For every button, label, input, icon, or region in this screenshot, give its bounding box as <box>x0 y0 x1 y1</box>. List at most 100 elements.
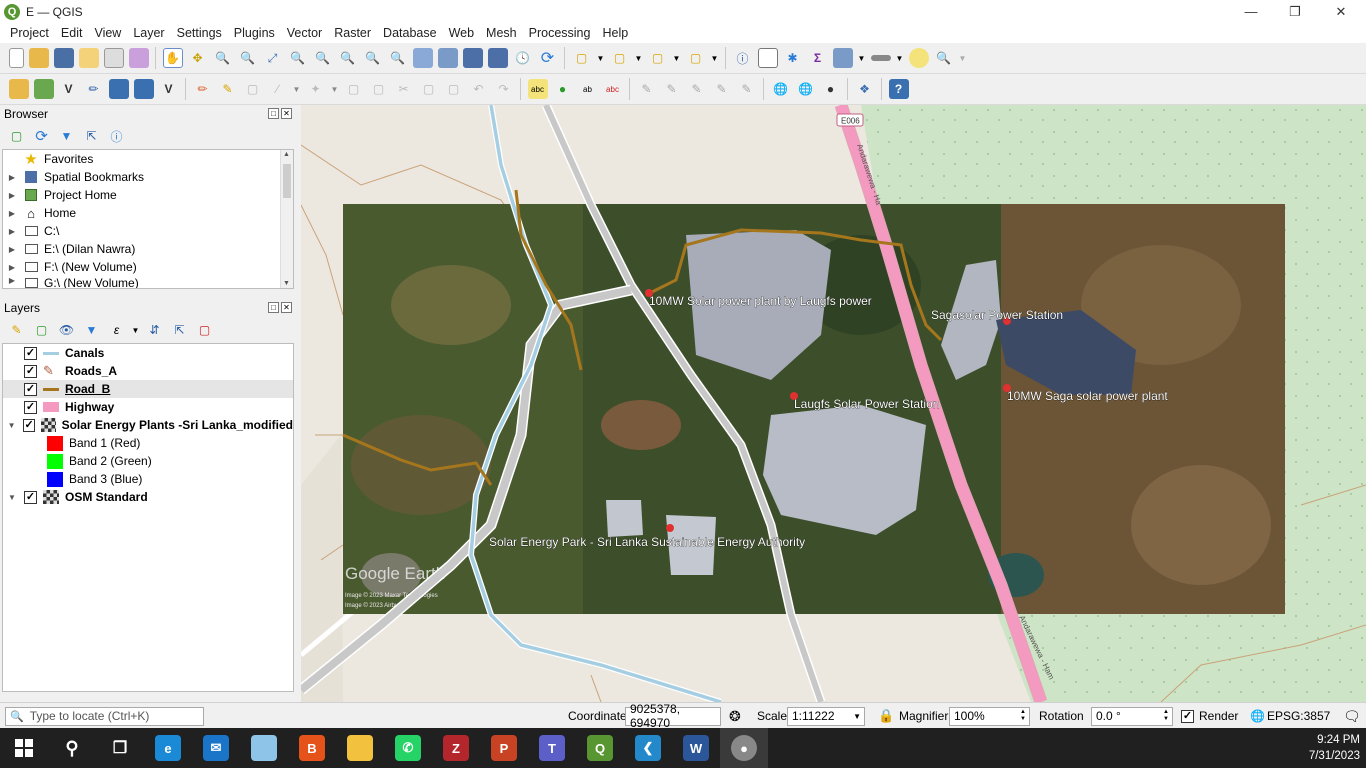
maximize-button[interactable]: ❐ <box>1272 0 1318 23</box>
vertex-tool-icon[interactable]: ✦ <box>306 79 326 99</box>
browser-item-drive-g[interactable]: ▶ G:\ (New Volume) <box>3 276 293 288</box>
highlight-labels-icon[interactable]: abc <box>603 79 623 99</box>
layer-row-osm-standard[interactable]: ▼ ✓ OSM Standard <box>3 488 293 506</box>
taskbar-task-view-button[interactable]: ❐ <box>96 728 144 768</box>
taskbar-qgis-button[interactable]: Q <box>576 728 624 768</box>
render-checkbox[interactable]: ✓ <box>1181 709 1194 723</box>
menu-project[interactable]: Project <box>4 26 55 40</box>
new-project-icon[interactable] <box>8 48 24 68</box>
new-print-layout-icon[interactable] <box>78 48 99 68</box>
chevron-right-icon[interactable]: ▶ <box>7 276 17 285</box>
layer-row-highway[interactable]: ✓ Highway <box>3 398 293 416</box>
add-vector-layer-icon[interactable] <box>33 79 54 99</box>
temporal-controller-icon[interactable]: 🕓 <box>513 48 533 68</box>
layer-row-band-2-green[interactable]: Band 2 (Green) <box>3 452 293 470</box>
zoom-next-icon[interactable]: 🔍 <box>388 48 408 68</box>
menu-help[interactable]: Help <box>596 26 634 40</box>
zoom-last-icon[interactable]: 🔍 <box>363 48 383 68</box>
move-label-icon[interactable]: ✎ <box>637 79 657 99</box>
scale-combobox[interactable]: 1:11222 ▼ <box>787 706 865 726</box>
new-map-view-icon[interactable] <box>412 48 433 68</box>
geocoding-icon[interactable]: 🌐 <box>771 79 791 99</box>
taskbar-edge-button[interactable]: e <box>144 728 192 768</box>
save-project-icon[interactable] <box>53 48 74 68</box>
taskbar-notes-button[interactable] <box>240 728 288 768</box>
crs-button[interactable]: EPSG:3857 <box>1267 709 1330 723</box>
save-edits-icon[interactable]: ▢ <box>243 79 263 99</box>
menu-layer[interactable]: Layer <box>127 26 170 40</box>
new-bookmark-icon[interactable] <box>462 48 483 68</box>
layout-manager-icon[interactable] <box>103 48 124 68</box>
osm-search-icon[interactable]: ● <box>821 79 841 99</box>
map-svg[interactable]: Google Earth Image © 2023 Maxar Technolo… <box>301 105 1366 702</box>
filter-icon[interactable]: ▼ <box>57 126 77 146</box>
paste-features-icon[interactable]: ▢ <box>444 79 464 99</box>
show-bookmarks-icon[interactable] <box>487 48 508 68</box>
undo-icon[interactable]: ↶ <box>469 79 489 99</box>
rotation-spinbox[interactable]: 0.0 ° ▲ ▼ <box>1091 706 1173 726</box>
select-by-value-icon[interactable]: ▢ <box>610 48 630 68</box>
menu-database[interactable]: Database <box>377 26 443 40</box>
taskbar-vscode-button[interactable]: ❮ <box>624 728 672 768</box>
add-virtual-layer-icon[interactable]: V <box>159 79 179 99</box>
coordinate-field[interactable]: 9025378, 694970 <box>625 702 721 730</box>
taskbar-teams-button[interactable]: T <box>528 728 576 768</box>
chevron-right-icon[interactable]: ▶ <box>7 191 17 200</box>
redo-icon[interactable]: ↷ <box>494 79 514 99</box>
add-selected-layers-icon[interactable]: ▢ <box>7 126 27 146</box>
close-button[interactable]: ✕ <box>1318 0 1364 23</box>
chevron-right-icon[interactable]: ▶ <box>7 209 17 218</box>
pin-label-icon[interactable]: ✎ <box>712 79 732 99</box>
chevron-down-icon[interactable]: ▼ <box>711 48 719 68</box>
browser-item-drive-e[interactable]: ▶ E:\ (Dilan Nawra) <box>3 240 293 258</box>
layer-row-band-1-red[interactable]: Band 1 (Red) <box>3 434 293 452</box>
attribute-table-icon[interactable] <box>757 48 778 68</box>
field-calculator-icon[interactable]: ✱ <box>783 48 803 68</box>
taskbar-winrar-button[interactable]: Z <box>432 728 480 768</box>
select-features-icon[interactable]: ▢ <box>572 48 592 68</box>
chevron-down-icon[interactable]: ▼ <box>331 79 339 99</box>
collapse-all-icon[interactable]: ⇱ <box>170 320 190 340</box>
style-manager-icon[interactable] <box>128 48 149 68</box>
cut-features-icon[interactable]: ✂ <box>394 79 414 99</box>
chevron-down-icon[interactable]: ▼ <box>635 48 643 68</box>
toggle-editing-icon[interactable]: ✎ <box>218 79 238 99</box>
chevron-right-icon[interactable]: ▶ <box>7 263 17 272</box>
data-source-manager-icon[interactable] <box>8 79 29 99</box>
taskbar-search-button[interactable]: ⚲ <box>48 728 96 768</box>
globe-icon[interactable]: 🌐 <box>1250 709 1265 723</box>
pan-map-icon[interactable]: ✋ <box>162 48 183 68</box>
menu-raster[interactable]: Raster <box>328 26 377 40</box>
placemark-marker[interactable] <box>666 524 674 532</box>
layer-visibility-checkbox[interactable]: ✓ <box>24 382 37 396</box>
layer-row-solar-energy-plants-sri-lanka-modified[interactable]: ▼ ✓ Solar Energy Plants -Sri Lanka_modifie… <box>3 416 293 434</box>
browser-item-project-home[interactable]: ▶ Project Home <box>3 186 293 204</box>
add-group-icon[interactable]: ▢ <box>32 320 52 340</box>
map-canvas[interactable]: Google Earth Image © 2023 Maxar Technolo… <box>301 105 1366 702</box>
system-clock[interactable]: 9:24 PM 7/31/2023 <box>1309 732 1360 764</box>
browser-scrollbar[interactable]: ▲ ▼ <box>280 150 293 288</box>
menu-mesh[interactable]: Mesh <box>480 26 523 40</box>
zoom-out-icon[interactable]: 🔍 <box>238 48 258 68</box>
taskbar-whatsapp-button[interactable]: ✆ <box>384 728 432 768</box>
chevron-right-icon[interactable]: ▶ <box>7 245 17 254</box>
float-panel-button[interactable]: □ <box>268 302 279 313</box>
layer-row-band-3-blue[interactable]: Band 3 (Blue) <box>3 470 293 488</box>
chevron-right-icon[interactable]: ▶ <box>7 227 17 236</box>
browser-item-favorites[interactable]: ★ Favorites <box>3 150 293 168</box>
select-location-icon[interactable]: ▢ <box>686 48 706 68</box>
measure-icon[interactable] <box>870 55 891 61</box>
chevron-down-icon[interactable]: ▼ <box>7 421 16 430</box>
map-tips-icon[interactable] <box>908 48 929 68</box>
copy-features-icon[interactable]: ▢ <box>419 79 439 99</box>
chevron-down-icon[interactable]: ▼ <box>896 48 904 68</box>
chevron-right-icon[interactable]: ▶ <box>7 173 17 182</box>
close-panel-button[interactable]: ✕ <box>281 108 292 119</box>
close-panel-button[interactable]: ✕ <box>281 302 292 313</box>
layer-row-roads-a[interactable]: ✓ ✎ Roads_A <box>3 362 293 380</box>
menu-web[interactable]: Web <box>443 26 480 40</box>
locator-icon[interactable]: 🔍 <box>934 48 954 68</box>
help-icon[interactable]: ? <box>888 79 909 99</box>
minimize-button[interactable]: — <box>1228 0 1274 23</box>
lock-icon[interactable]: 🔒 <box>878 706 894 726</box>
